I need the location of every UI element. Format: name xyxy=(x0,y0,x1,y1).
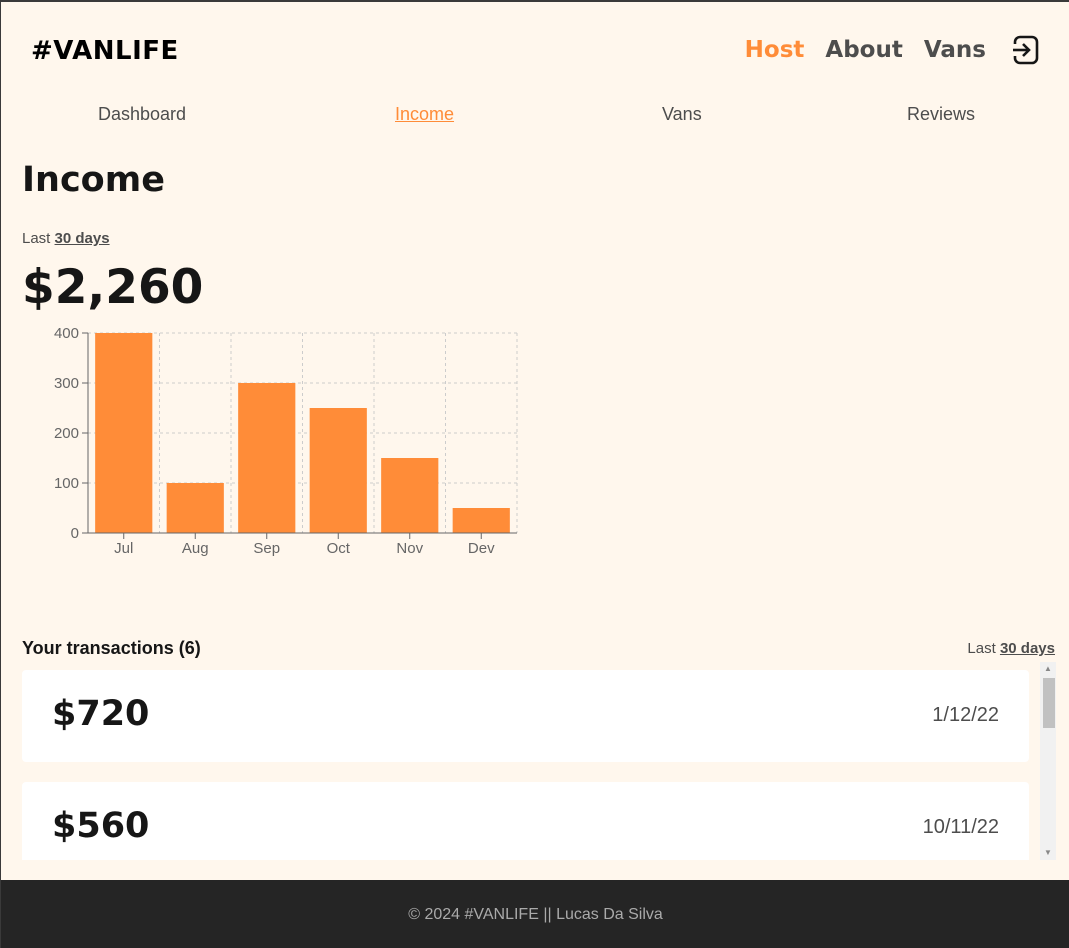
nav-about[interactable]: About xyxy=(825,37,902,63)
chart-bar xyxy=(381,458,439,533)
logout-icon[interactable] xyxy=(1010,34,1042,66)
transaction-card: $560 10/11/22 xyxy=(22,782,1029,860)
transactions-range: Last 30 days xyxy=(967,640,1055,657)
chart-bar xyxy=(452,508,510,533)
x-tick-label: Dev xyxy=(468,540,495,557)
tab-dashboard[interactable]: Dashboard xyxy=(98,104,186,125)
income-range: Last 30 days xyxy=(22,230,110,247)
chart-bar xyxy=(238,383,296,533)
transaction-date: 1/12/22 xyxy=(932,704,999,726)
x-tick-label: Aug xyxy=(182,540,209,557)
income-total: $2,260 xyxy=(22,260,204,315)
transaction-card: $720 1/12/22 xyxy=(22,670,1029,762)
chart-bar xyxy=(309,408,367,533)
transaction-date: 10/11/22 xyxy=(922,816,999,838)
scroll-thumb[interactable] xyxy=(1043,678,1055,728)
y-tick-label: 300 xyxy=(54,375,79,392)
page-title: Income xyxy=(22,160,165,200)
nav-host[interactable]: Host xyxy=(745,37,805,63)
y-tick-label: 100 xyxy=(54,475,79,492)
x-tick-label: Jul xyxy=(114,540,133,557)
host-subnav: Dashboard Income Vans Reviews xyxy=(1,102,1069,130)
tab-reviews[interactable]: Reviews xyxy=(907,104,975,125)
site-logo[interactable]: #VANLIFE xyxy=(31,36,179,66)
transaction-amount: $560 xyxy=(52,806,150,846)
range-prefix: Last xyxy=(22,230,51,247)
site-header: #VANLIFE Host About Vans xyxy=(1,2,1069,102)
transaction-amount: $720 xyxy=(52,694,150,734)
x-tick-label: Nov xyxy=(396,540,423,557)
range-prefix: Last xyxy=(967,640,996,657)
footer-text: © 2024 #VANLIFE || Lucas Da Silva xyxy=(408,906,663,923)
scroll-up-arrow-icon[interactable]: ▲ xyxy=(1040,662,1056,676)
y-tick-label: 200 xyxy=(54,425,79,442)
scroll-down-arrow-icon[interactable]: ▼ xyxy=(1040,846,1056,860)
site-footer: © 2024 #VANLIFE || Lucas Da Silva xyxy=(1,880,1069,948)
chart-bar xyxy=(166,483,224,533)
main-nav: Host About Vans xyxy=(724,34,1042,66)
chart-bar xyxy=(95,333,153,533)
transactions-title: Your transactions (6) xyxy=(22,638,201,658)
y-tick-label: 0 xyxy=(71,525,79,542)
page: #VANLIFE Host About Vans Dashboard Incom… xyxy=(0,0,1069,948)
tab-vans[interactable]: Vans xyxy=(662,104,702,125)
x-tick-label: Oct xyxy=(327,540,351,557)
x-tick-label: Sep xyxy=(253,540,280,557)
range-days-link[interactable]: 30 days xyxy=(55,230,110,247)
y-tick-label: 400 xyxy=(54,325,79,342)
nav-vans[interactable]: Vans xyxy=(924,37,986,63)
tab-income[interactable]: Income xyxy=(395,104,454,125)
transactions-scrollbar[interactable]: ▲ ▼ xyxy=(1040,662,1056,860)
income-chart: 0 100 200 300 400 Jul Aug Sep Oct Nov Dev xyxy=(54,325,518,557)
transactions-list: $720 1/12/22 $560 10/11/22 ▲ ▼ xyxy=(22,662,1056,860)
range-days-link[interactable]: 30 days xyxy=(1000,640,1055,657)
